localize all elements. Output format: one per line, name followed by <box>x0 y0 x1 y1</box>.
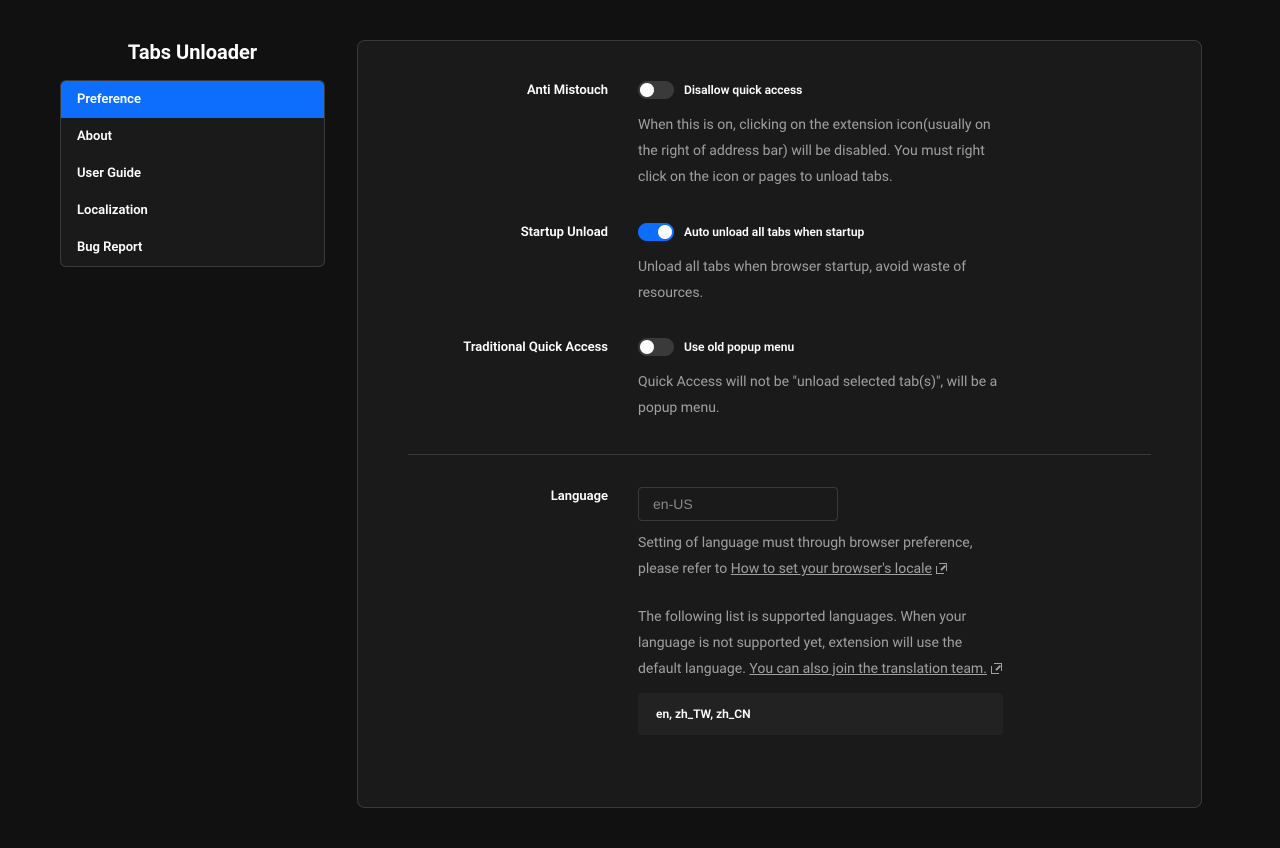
sidebar: Tabs Unloader Preference About User Guid… <box>60 40 325 808</box>
setting-title: Anti Mistouch <box>408 81 638 191</box>
language-description: Setting of language must through browser… <box>638 531 1003 583</box>
join-translation-link[interactable]: You can also join the translation team. <box>749 661 987 677</box>
nav-item-about[interactable]: About <box>61 118 324 155</box>
nav-item-bug-report[interactable]: Bug Report <box>61 229 324 266</box>
setting-description: Quick Access will not be "unload selecte… <box>638 370 1003 422</box>
setting-traditional-quick-access: Traditional Quick Access Use old popup m… <box>408 338 1151 422</box>
external-link-icon <box>991 663 1002 674</box>
main-panel: Anti Mistouch Disallow quick access When… <box>357 40 1202 808</box>
nav-list: Preference About User Guide Localization… <box>60 80 325 267</box>
startup-unload-toggle[interactable] <box>638 223 674 241</box>
supported-languages-list: en, zh_TW, zh_CN <box>638 693 1003 735</box>
divider <box>408 454 1151 455</box>
language-description-2: The following list is supported language… <box>638 605 1003 683</box>
toggle-label: Disallow quick access <box>684 83 802 97</box>
setting-language: Language Setting of language must throug… <box>408 487 1151 734</box>
how-to-set-locale-link[interactable]: How to set your browser's locale <box>731 561 932 577</box>
setting-anti-mistouch: Anti Mistouch Disallow quick access When… <box>408 81 1151 191</box>
nav-item-localization[interactable]: Localization <box>61 192 324 229</box>
setting-startup-unload: Startup Unload Auto unload all tabs when… <box>408 223 1151 307</box>
setting-description: When this is on, clicking on the extensi… <box>638 113 1003 191</box>
setting-title: Language <box>408 487 638 734</box>
nav-item-preference[interactable]: Preference <box>61 81 324 118</box>
toggle-label: Auto unload all tabs when startup <box>684 225 864 239</box>
toggle-label: Use old popup menu <box>684 340 794 354</box>
traditional-quick-access-toggle[interactable] <box>638 338 674 356</box>
language-input[interactable] <box>638 487 838 521</box>
external-link-icon <box>936 563 947 574</box>
app-title: Tabs Unloader <box>60 40 325 64</box>
anti-mistouch-toggle[interactable] <box>638 81 674 99</box>
setting-description: Unload all tabs when browser startup, av… <box>638 255 1003 307</box>
setting-title: Traditional Quick Access <box>408 338 638 422</box>
nav-item-user-guide[interactable]: User Guide <box>61 155 324 192</box>
setting-title: Startup Unload <box>408 223 638 307</box>
